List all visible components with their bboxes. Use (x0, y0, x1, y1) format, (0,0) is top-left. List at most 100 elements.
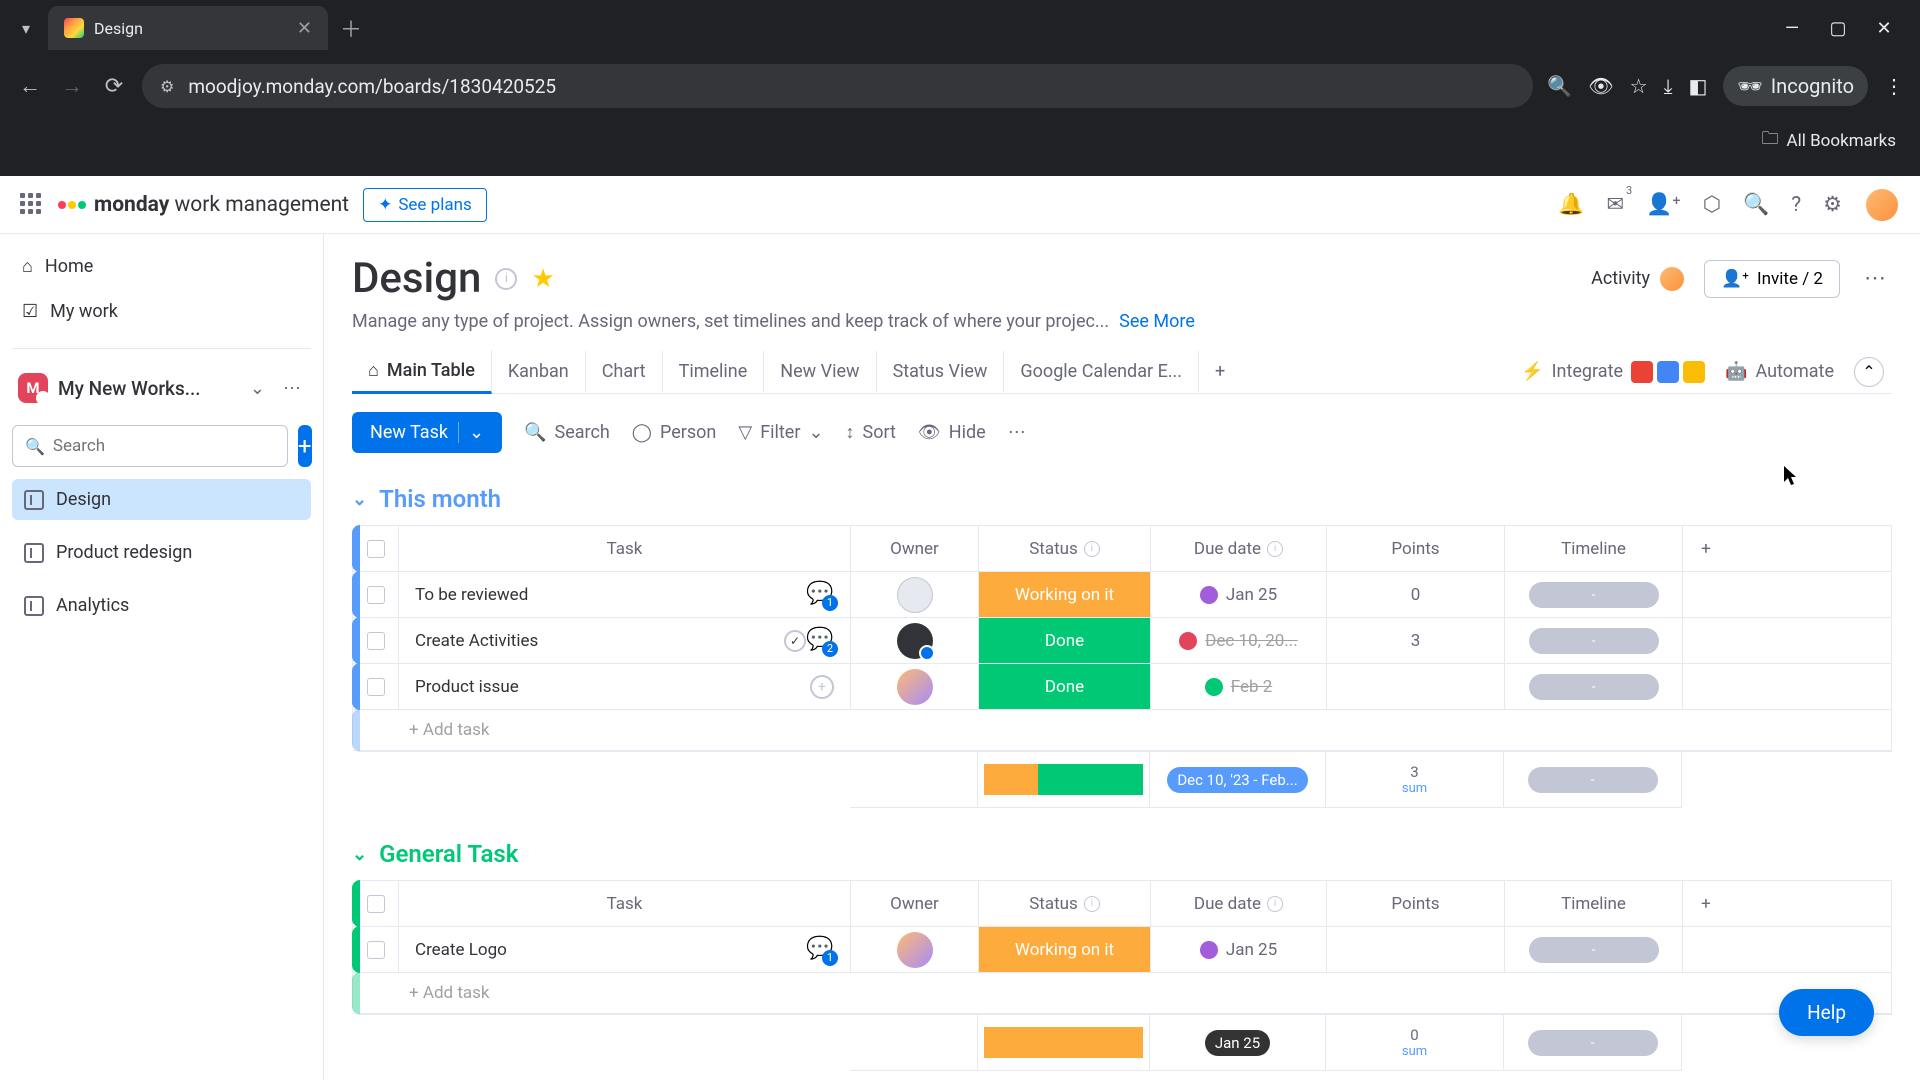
group-header[interactable]: ⌄This month (352, 485, 1892, 513)
sidebar-my-work[interactable]: ☑ My work (12, 293, 311, 330)
apps-icon[interactable]: ⬡ (1703, 192, 1721, 217)
chevron-down-icon[interactable]: ⌄ (246, 374, 269, 403)
incognito-badge[interactable]: 🕶 Incognito (1723, 66, 1868, 106)
points-cell[interactable]: 3 (1327, 618, 1505, 663)
timeline-bar[interactable]: - (1529, 937, 1659, 963)
status-cell[interactable]: Working on it (979, 927, 1151, 972)
invite-button[interactable]: 👤⁺ Invite / 2 (1704, 260, 1840, 298)
points-cell[interactable]: 0 (1327, 572, 1505, 617)
bookmark-star-icon[interactable]: ☆ (1630, 74, 1648, 98)
owner-cell[interactable] (851, 664, 979, 709)
status-cell[interactable]: Done (979, 618, 1151, 663)
table-row[interactable]: Product issue+DoneFeb 2- (353, 664, 1891, 710)
row-checkbox[interactable] (367, 941, 385, 959)
forward-icon[interactable]: → (58, 73, 86, 99)
toolbar-sort[interactable]: ↕Sort (846, 422, 896, 443)
downloads-icon[interactable]: ⤓ (1664, 74, 1673, 98)
points-cell[interactable] (1327, 927, 1505, 972)
add-column-button[interactable]: + (1683, 881, 1729, 926)
task-name-cell[interactable]: Create Activities✓💬2 (399, 618, 851, 663)
timeline-cell[interactable]: - (1505, 927, 1683, 972)
new-task-button[interactable]: New Task ⌄ (352, 412, 502, 453)
invite-users-icon[interactable]: 👤⁺ (1646, 193, 1681, 217)
info-icon[interactable]: i (1267, 896, 1283, 912)
user-avatar[interactable] (1864, 187, 1900, 223)
view-main-table[interactable]: ⌂Main Table (352, 350, 492, 394)
help-icon[interactable]: ? (1791, 193, 1801, 217)
browser-tab[interactable]: Design ✕ (48, 6, 328, 50)
task-name[interactable]: Create Activities (415, 631, 784, 651)
timeline-cell[interactable]: - (1505, 664, 1683, 709)
search-lens-icon[interactable]: 🔍 (1547, 74, 1572, 98)
tracking-icon[interactable]: 👁 (1588, 74, 1613, 98)
col-status[interactable]: Statusi (979, 526, 1151, 571)
new-tab-button[interactable]: ＋ (340, 12, 362, 44)
table-row[interactable]: Create Logo💬1Working on itJan 25- (353, 927, 1891, 973)
app-switcher-icon[interactable] (20, 193, 44, 217)
due-date-cell[interactable]: Jan 25 (1151, 572, 1327, 617)
help-button[interactable]: Help (1779, 989, 1874, 1036)
col-task[interactable]: Task (399, 881, 851, 926)
board-menu-icon[interactable]: ⋯ (1858, 260, 1892, 297)
table-row[interactable]: Create Activities✓💬2 DoneDec 10, 20...3- (353, 618, 1891, 664)
toolbar-hide[interactable]: 👁Hide (918, 422, 986, 443)
close-icon[interactable]: ✕ (297, 18, 312, 39)
workspace-menu-icon[interactable]: ⋯ (279, 374, 305, 403)
add-task-row[interactable]: + Add task (353, 710, 1891, 751)
group-header[interactable]: ⌄General Task (352, 840, 1892, 868)
row-checkbox[interactable] (367, 632, 385, 650)
sidebar-board-product-redesign[interactable]: Product redesign (12, 532, 311, 573)
see-more-link[interactable]: See More (1119, 311, 1195, 332)
subitem-icon[interactable]: ✓ (784, 630, 806, 652)
view-chart[interactable]: Chart (586, 351, 663, 392)
automate-button[interactable]: 🤖 Automate (1725, 361, 1834, 382)
url-input[interactable]: ⚙ moodjoy.monday.com/boards/1830420525 (142, 64, 1533, 108)
search-icon[interactable]: 🔍 (1743, 193, 1769, 217)
view-new[interactable]: New View (764, 351, 876, 392)
toolbar-more-icon[interactable]: ⋯ (1008, 422, 1026, 443)
timeline-cell[interactable]: - (1505, 572, 1683, 617)
due-date-cell[interactable]: Jan 25 (1151, 927, 1327, 972)
toolbar-person[interactable]: ◯Person (632, 422, 717, 443)
board-title[interactable]: Design (352, 254, 481, 303)
sidebar-board-analytics[interactable]: Analytics (12, 585, 311, 626)
col-points[interactable]: Points (1327, 526, 1505, 571)
due-date-cell[interactable]: Dec 10, 20... (1151, 618, 1327, 663)
task-name[interactable]: To be reviewed (415, 585, 806, 605)
app-logo[interactable]: monday work management (58, 193, 349, 217)
products-icon[interactable]: ⚙ (1823, 192, 1842, 217)
sidebar-board-design[interactable]: Design (12, 479, 311, 520)
timeline-cell[interactable]: - (1505, 618, 1683, 663)
select-all-checkbox[interactable] (367, 895, 385, 913)
owner-avatar[interactable] (897, 669, 933, 705)
side-panel-icon[interactable]: ◧ (1688, 74, 1707, 98)
owner-cell[interactable] (851, 927, 979, 972)
col-owner[interactable]: Owner (851, 881, 979, 926)
sidebar-search[interactable]: 🔍 (12, 425, 288, 467)
timeline-bar[interactable]: - (1529, 582, 1659, 608)
see-plans-button[interactable]: ✦ See plans (363, 188, 487, 222)
site-settings-icon[interactable]: ⚙ (160, 77, 174, 96)
task-name[interactable]: Product issue (415, 677, 810, 697)
timeline-bar[interactable]: - (1529, 674, 1659, 700)
task-name[interactable]: Create Logo (415, 940, 806, 960)
activity-button[interactable]: Activity (1591, 265, 1686, 293)
col-owner[interactable]: Owner (851, 526, 979, 571)
sidebar-home[interactable]: ⌂ Home (12, 248, 311, 285)
add-board-button[interactable]: + (298, 425, 312, 467)
view-timeline[interactable]: Timeline (663, 351, 765, 392)
owner-empty-icon[interactable] (897, 577, 933, 613)
integrate-button[interactable]: ⚡ Integrate (1521, 361, 1705, 383)
chevron-down-icon[interactable]: ⌄ (458, 422, 484, 443)
maximize-icon[interactable]: ▢ (1826, 18, 1850, 39)
sidebar-search-input[interactable] (53, 436, 275, 456)
info-icon[interactable]: i (1267, 541, 1283, 557)
minimize-icon[interactable]: — (1780, 18, 1804, 39)
table-row[interactable]: To be reviewed💬1Working on itJan 250- (353, 572, 1891, 618)
row-checkbox[interactable] (367, 678, 385, 696)
close-window-icon[interactable]: ✕ (1872, 18, 1896, 39)
col-due-date[interactable]: Due datei (1151, 526, 1327, 571)
select-all-checkbox[interactable] (367, 540, 385, 558)
toolbar-filter[interactable]: ▽Filter⌄ (738, 422, 823, 443)
status-cell[interactable]: Done (979, 664, 1151, 709)
